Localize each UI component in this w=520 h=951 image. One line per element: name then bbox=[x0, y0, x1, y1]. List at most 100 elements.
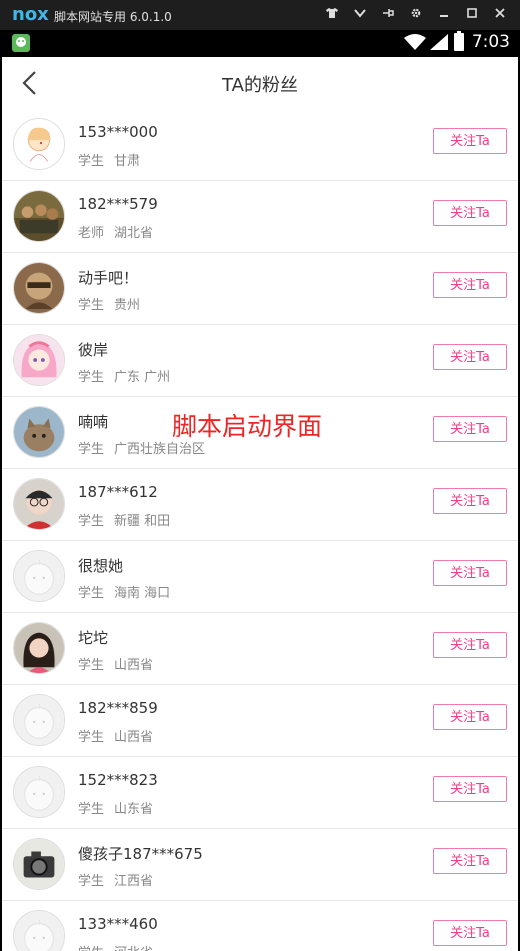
maximize-icon[interactable] bbox=[458, 5, 486, 25]
page-title: TA的粉丝 bbox=[222, 75, 298, 96]
fan-name: 彼岸 bbox=[78, 341, 109, 359]
follow-button[interactable]: 关注Ta bbox=[433, 776, 507, 802]
fan-row[interactable]: 152***823 学生 山东省 关注Ta bbox=[2, 757, 518, 829]
follow-button[interactable]: 关注Ta bbox=[433, 200, 507, 226]
fan-meta: 学生 江西省 bbox=[78, 870, 163, 889]
nav-bar: TA的粉丝 bbox=[2, 57, 518, 110]
follow-button[interactable]: 关注Ta bbox=[433, 920, 507, 946]
fan-meta: 学生 贵州 bbox=[78, 294, 150, 313]
fan-row[interactable]: 坨坨学生 山西省 关注Ta bbox=[2, 613, 518, 685]
battery-icon bbox=[453, 31, 464, 51]
fan-role: 学生 bbox=[78, 154, 105, 169]
avatar[interactable] bbox=[13, 550, 65, 602]
pin-icon[interactable] bbox=[374, 5, 402, 25]
follow-button[interactable]: 关注Ta bbox=[433, 128, 507, 154]
follow-button[interactable]: 关注Ta bbox=[433, 344, 507, 370]
fan-meta: 学生 新疆 和田 bbox=[78, 510, 180, 529]
chevron-down-icon[interactable] bbox=[346, 5, 374, 25]
fan-meta: 学生 甘肃 bbox=[78, 150, 150, 169]
fan-meta: 学生 广东 广州 bbox=[78, 366, 180, 385]
fan-location: 河北省 bbox=[114, 946, 153, 951]
avatar[interactable] bbox=[13, 838, 65, 890]
wifi-icon bbox=[403, 34, 426, 50]
avatar[interactable] bbox=[13, 694, 65, 746]
fan-location: 江西省 bbox=[114, 874, 154, 889]
shirt-icon[interactable] bbox=[318, 5, 346, 25]
fan-meta: 学生 海南 海口 bbox=[78, 582, 180, 601]
avatar[interactable] bbox=[13, 262, 65, 314]
fan-location: 湖北省 bbox=[114, 226, 154, 241]
status-right: 7:03 bbox=[403, 31, 510, 52]
fan-name: 喃喃 bbox=[78, 413, 109, 431]
fan-row[interactable]: 傻孩子187***675 学生 江西省 关注Ta bbox=[2, 829, 518, 901]
fan-role: 学生 bbox=[78, 370, 105, 385]
follow-button[interactable]: 关注Ta bbox=[433, 416, 507, 442]
fan-role: 学生 bbox=[78, 658, 105, 673]
fan-row[interactable]: 153***000 学生 甘肃 关注Ta bbox=[2, 109, 518, 181]
avatar[interactable] bbox=[13, 622, 65, 674]
avatar[interactable] bbox=[13, 190, 65, 242]
fan-role: 学生 bbox=[78, 730, 105, 745]
avatar[interactable] bbox=[13, 766, 65, 818]
fan-role: 学生 bbox=[78, 586, 105, 601]
fan-location: 广东 广州 bbox=[114, 370, 171, 385]
status-clock: 7:03 bbox=[471, 32, 510, 52]
emulator-title-bar: nox 脚本网站专用 6.0.1.0 bbox=[0, 0, 520, 30]
fan-row[interactable]: 133***460 学生 河北省 关注Ta bbox=[2, 901, 518, 951]
fan-meta: 学生 山东省 bbox=[78, 798, 163, 817]
fan-location: 贵州 bbox=[114, 298, 141, 313]
android-notification-icon bbox=[12, 34, 30, 52]
fan-location: 海南 海口 bbox=[114, 586, 171, 601]
fan-role: 学生 bbox=[78, 298, 105, 313]
fan-name: 153***000 bbox=[78, 123, 158, 141]
avatar[interactable] bbox=[13, 118, 65, 170]
fan-name: 动手吧！ bbox=[78, 269, 139, 287]
follow-button[interactable]: 关注Ta bbox=[433, 848, 507, 874]
fan-row[interactable]: 很想她 学生 海南 海口 关注Ta bbox=[2, 541, 518, 613]
gear-icon[interactable] bbox=[402, 5, 430, 25]
follow-button[interactable]: 关注Ta bbox=[433, 272, 507, 298]
fan-meta: 老师 湖北省 bbox=[78, 222, 163, 241]
fan-location: 山东省 bbox=[114, 802, 154, 817]
avatar[interactable] bbox=[13, 334, 65, 386]
follow-button[interactable]: 关注Ta bbox=[433, 632, 507, 658]
fan-role: 学生 bbox=[78, 874, 105, 889]
fan-role: 老师 bbox=[78, 226, 105, 241]
close-icon[interactable] bbox=[486, 5, 514, 25]
fan-row[interactable]: 187***612 学生 新疆 和田 关注Ta bbox=[2, 469, 518, 541]
fan-row[interactable]: 182***859 学生 山西省 关注Ta bbox=[2, 685, 518, 757]
fan-name: 133***460 bbox=[78, 915, 158, 933]
fan-meta: 学生 河北省 bbox=[78, 942, 163, 951]
follow-button[interactable]: 关注Ta bbox=[433, 488, 507, 514]
fan-role: 学生 bbox=[78, 442, 105, 457]
fan-role: 学生 bbox=[78, 946, 104, 951]
minimize-icon[interactable] bbox=[430, 5, 458, 25]
fan-row[interactable]: 182***579 老师 湖北省 关注Ta bbox=[2, 181, 518, 253]
emulator-controls bbox=[318, 5, 514, 25]
fan-meta: 学生 山西省 bbox=[78, 726, 163, 745]
fan-meta: 学生 山西省 bbox=[78, 654, 163, 673]
fan-location: 新疆 和田 bbox=[114, 514, 171, 529]
app-screen: TA的粉丝 153***000 学生 甘肃 关注Ta 182***579 老师 湖北省 关注T… bbox=[2, 57, 518, 951]
follow-button[interactable]: 关注Ta bbox=[433, 560, 507, 586]
script-overlay-text: 脚本启动界面 bbox=[172, 412, 323, 441]
fan-location: 山西省 bbox=[114, 658, 154, 673]
fan-row[interactable]: 彼岸学生 广东 广州 关注Ta bbox=[2, 325, 518, 397]
fan-name: 182***859 bbox=[78, 699, 158, 717]
fan-name: 182***579 bbox=[78, 195, 158, 213]
fan-list: 153***000 学生 甘肃 关注Ta 182***579 老师 湖北省 关注Ta 动手吧！学… bbox=[2, 109, 518, 951]
follow-button[interactable]: 关注Ta bbox=[433, 704, 507, 730]
avatar[interactable] bbox=[13, 406, 65, 458]
fan-name: 坨坨 bbox=[78, 629, 109, 647]
emulator-logo: nox bbox=[12, 4, 49, 25]
fan-location: 甘肃 bbox=[114, 154, 141, 169]
avatar[interactable] bbox=[13, 910, 65, 951]
fan-location: 广西壮族自治区 bbox=[114, 442, 206, 457]
emulator-title: 脚本网站专用 6.0.1.0 bbox=[54, 10, 172, 24]
avatar[interactable] bbox=[13, 478, 65, 530]
fan-name: 傻孩子187***675 bbox=[78, 845, 203, 863]
fan-row[interactable]: 动手吧！ 学生 贵州 关注Ta bbox=[2, 253, 518, 325]
signal-icon bbox=[429, 34, 448, 50]
fan-name: 152***823 bbox=[78, 771, 158, 789]
fan-name: 187***612 bbox=[78, 483, 158, 501]
